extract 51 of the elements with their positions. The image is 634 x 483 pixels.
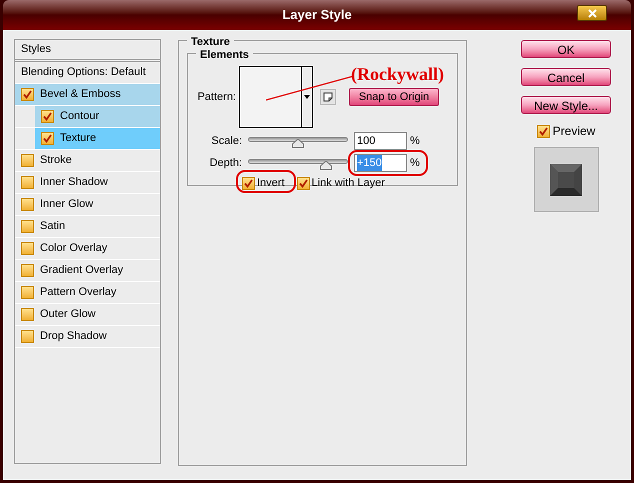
checkbox[interactable] — [21, 88, 34, 101]
checkbox[interactable] — [21, 154, 34, 167]
checkmark-icon — [298, 178, 308, 188]
panel-header: Styles — [21, 42, 51, 58]
checkmark-icon — [538, 126, 548, 136]
dialog-button[interactable]: Cancel — [521, 68, 611, 86]
checkbox[interactable] — [21, 330, 34, 343]
checkbox[interactable] — [21, 220, 34, 233]
new-preset-button[interactable] — [320, 89, 336, 105]
annotation-label: (Rockywall) — [351, 65, 444, 83]
checkbox[interactable] — [296, 176, 310, 190]
checkbox[interactable] — [536, 124, 550, 138]
value-input[interactable]: 100 — [354, 132, 407, 150]
style-list-item[interactable]: Contour — [35, 106, 160, 127]
preview-label: Preview — [552, 123, 596, 140]
checkbox-label: Invert — [257, 176, 285, 191]
checkbox[interactable] — [41, 110, 54, 123]
slider-label: Depth: — [208, 156, 243, 171]
checkbox[interactable] — [21, 198, 34, 211]
window-title: Layer Style — [282, 6, 352, 24]
snap-to-origin-button[interactable]: Snap to Origin — [349, 88, 439, 106]
checkmark-icon — [23, 90, 32, 99]
unit-label: % — [410, 134, 420, 149]
slider-thumb[interactable] — [320, 160, 332, 170]
checkbox[interactable] — [21, 242, 34, 255]
slider-label: Scale: — [210, 134, 243, 149]
pattern-picker[interactable] — [239, 66, 313, 128]
close-icon — [588, 8, 596, 18]
style-list-item[interactable]: Bevel & Emboss — [15, 84, 160, 105]
checkmark-icon — [43, 134, 52, 143]
pattern-label: Pattern: — [196, 90, 237, 105]
checkmark-icon — [244, 178, 253, 188]
checkbox[interactable] — [21, 308, 34, 321]
dropdown-arrow-icon — [304, 95, 310, 99]
style-list-item[interactable]: Texture — [35, 128, 160, 149]
pattern-swatch — [240, 67, 301, 127]
beveled-square-drawing — [550, 164, 582, 196]
checkbox[interactable] — [21, 264, 34, 277]
checkbox[interactable] — [242, 176, 255, 190]
dialog-button[interactable]: New Style... — [521, 96, 611, 114]
checkbox-label: Link with Layer — [312, 176, 385, 191]
checkbox[interactable] — [21, 286, 34, 299]
dialog-button[interactable]: OK — [521, 40, 611, 58]
close-button[interactable] — [577, 5, 607, 21]
page-icon — [323, 92, 333, 102]
checkmark-icon — [43, 112, 52, 121]
unit-label: % — [410, 156, 420, 171]
checkbox[interactable] — [21, 176, 34, 189]
checkbox[interactable] — [41, 132, 54, 145]
slider-thumb[interactable] — [292, 138, 304, 148]
blending-options-item[interactable]: Blending Options: Default — [21, 64, 146, 81]
